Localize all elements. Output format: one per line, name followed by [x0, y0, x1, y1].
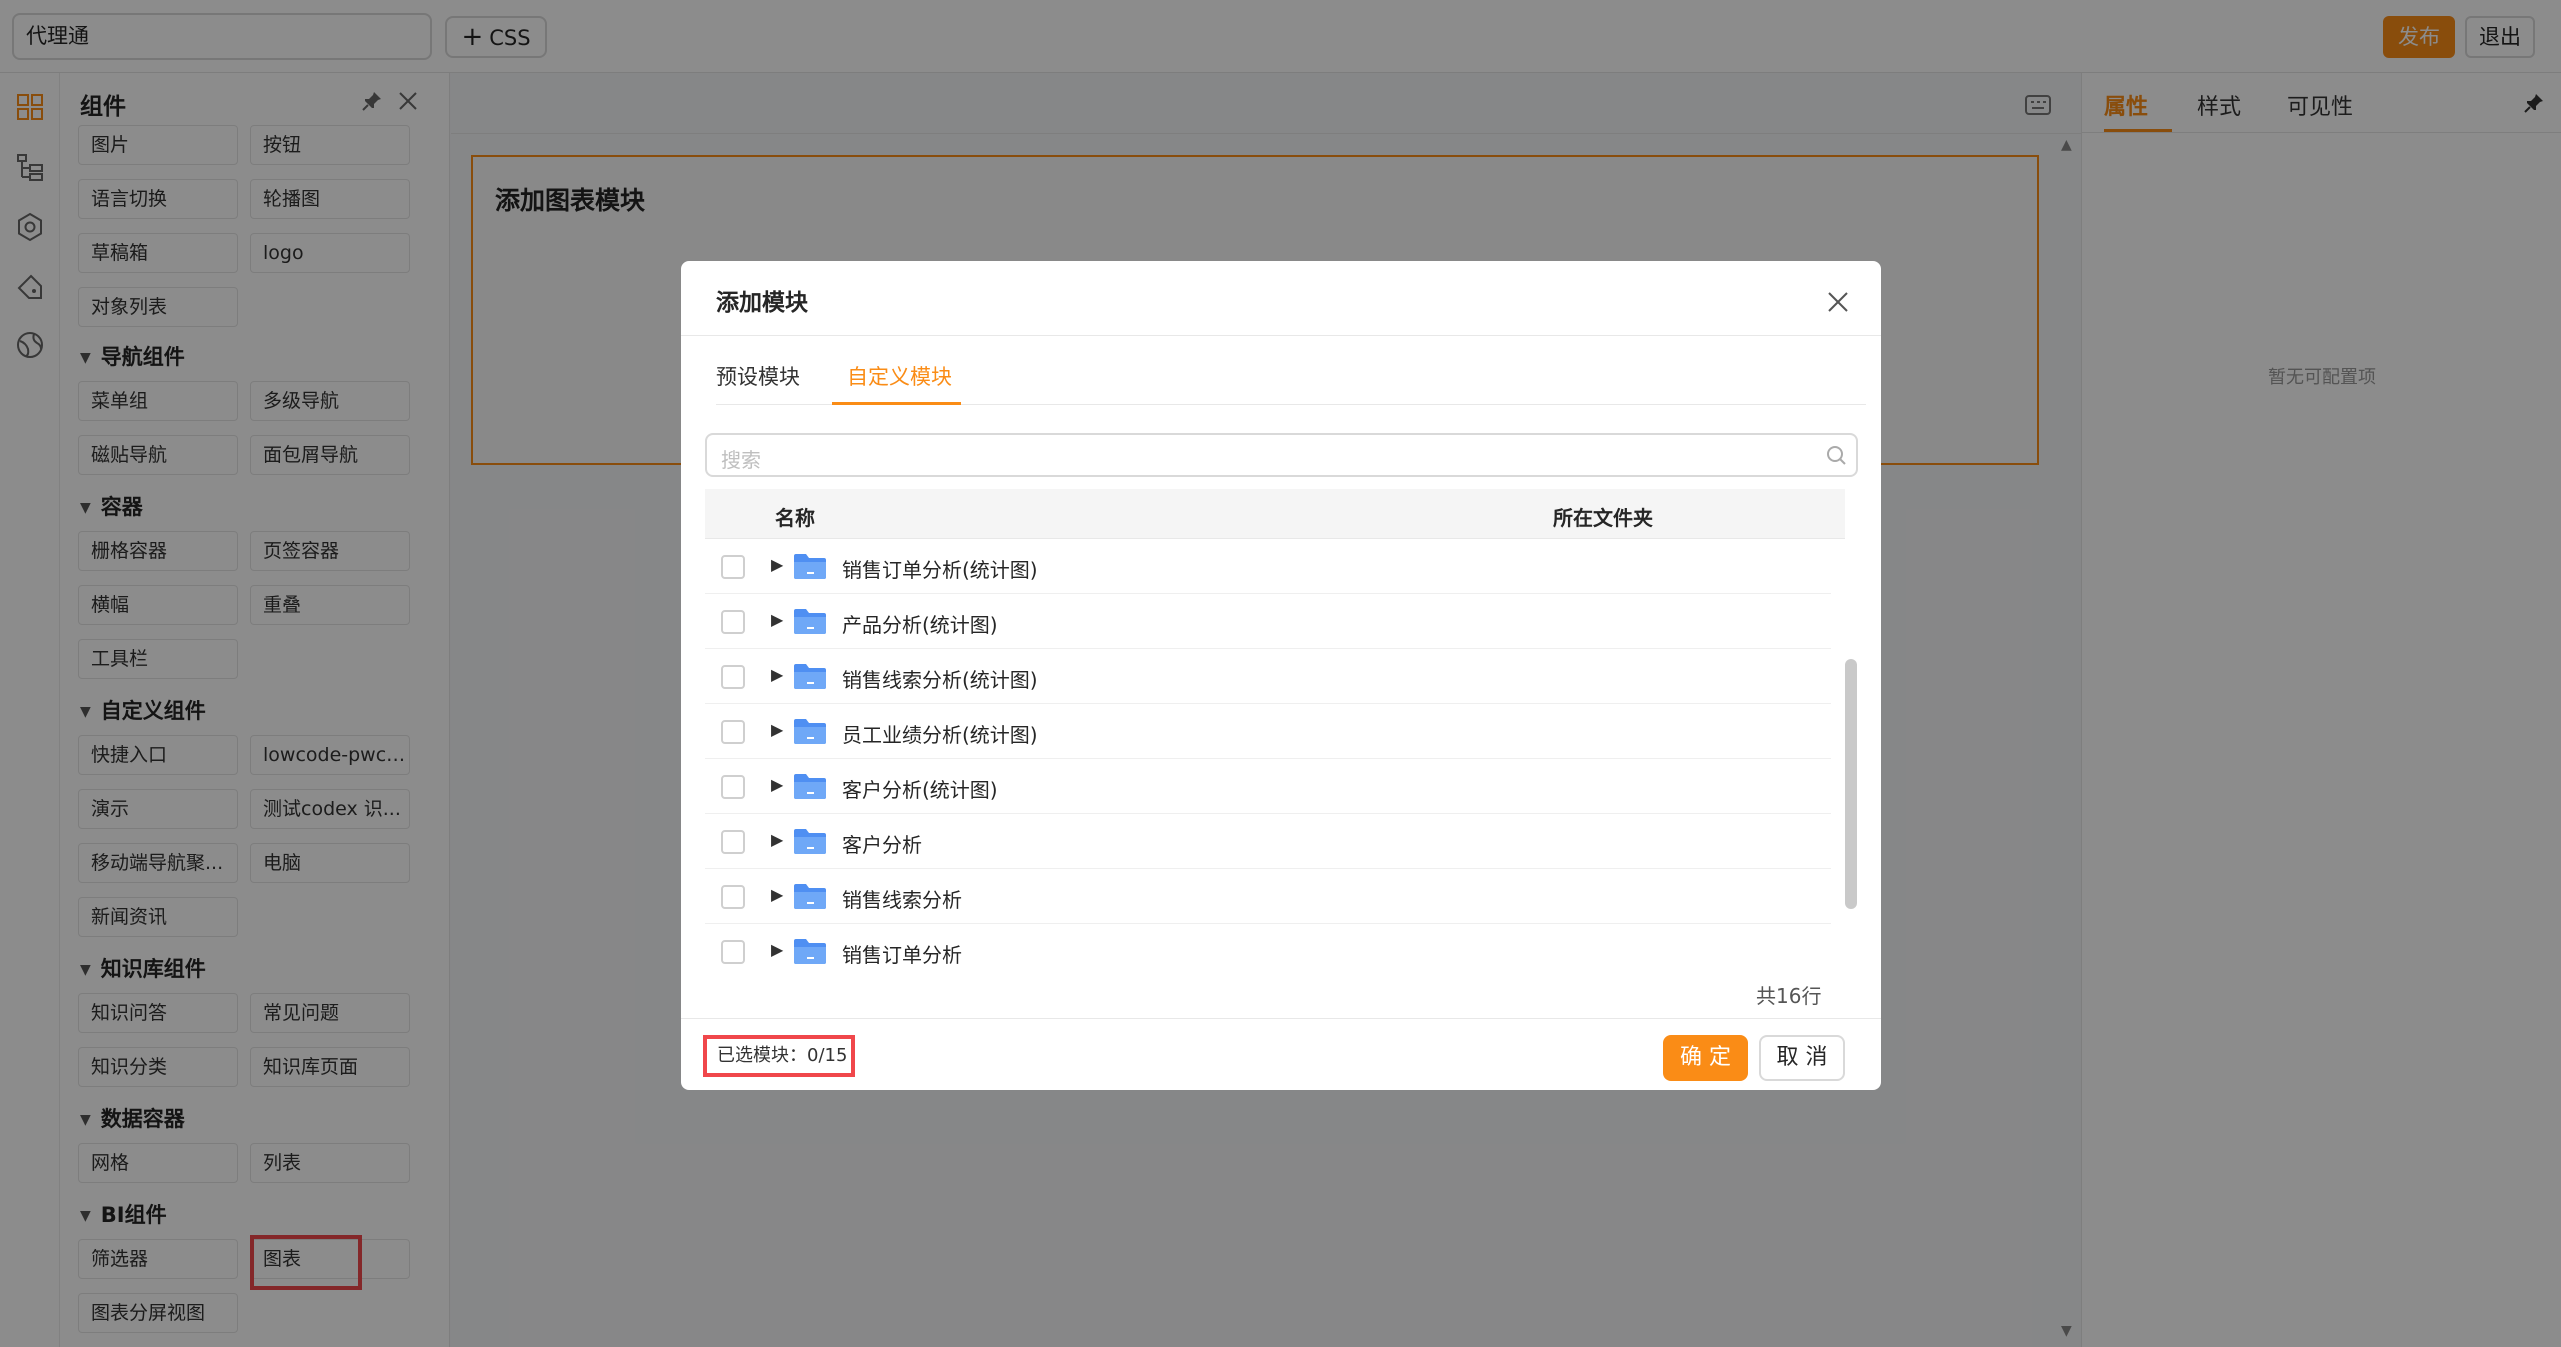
- expand-icon[interactable]: ▶: [771, 940, 783, 959]
- search-icon[interactable]: [1825, 444, 1847, 466]
- table-row[interactable]: ▶ 产品分析(统计图): [705, 594, 1831, 649]
- row-checkbox[interactable]: [721, 665, 745, 689]
- row-checkbox[interactable]: [721, 830, 745, 854]
- tab-preset-modules[interactable]: 预设模块: [716, 361, 800, 391]
- expand-icon[interactable]: ▶: [771, 610, 783, 629]
- table-row[interactable]: ▶ 销售订单分析: [705, 924, 1831, 969]
- expand-icon[interactable]: ▶: [771, 555, 783, 574]
- folder-icon: [793, 882, 827, 910]
- table-scrollbar[interactable]: [1845, 659, 1857, 909]
- folder-icon: [793, 607, 827, 635]
- active-tab-underline: [832, 402, 961, 405]
- folder-icon: [793, 937, 827, 965]
- expand-icon[interactable]: ▶: [771, 720, 783, 739]
- folder-icon: [793, 552, 827, 580]
- table-row[interactable]: ▶ 客户分析: [705, 814, 1831, 869]
- expand-icon[interactable]: ▶: [771, 665, 783, 684]
- row-name: 产品分析(统计图): [842, 613, 998, 637]
- expand-icon[interactable]: ▶: [771, 830, 783, 849]
- selected-module-count: 已选模块：0/15: [703, 1035, 855, 1077]
- dialog-title: 添加模块: [716, 290, 808, 316]
- row-checkbox[interactable]: [721, 610, 745, 634]
- module-tabs: 预设模块 自定义模块: [716, 351, 1866, 405]
- row-name: 客户分析: [842, 833, 922, 857]
- table-row[interactable]: ▶ 客户分析(统计图): [705, 759, 1831, 814]
- module-table: 名称 所在文件夹 ▶ 销售订单分析(统计图) ▶ 产品分析(统计图) ▶ 销售线索分析(统…: [705, 489, 1845, 969]
- row-name: 客户分析(统计图): [842, 778, 998, 802]
- expand-icon[interactable]: ▶: [771, 885, 783, 904]
- row-checkbox[interactable]: [721, 775, 745, 799]
- column-header-folder[interactable]: 所在文件夹: [1553, 502, 1653, 531]
- table-row[interactable]: ▶ 员工业绩分析(统计图): [705, 704, 1831, 759]
- folder-icon: [793, 772, 827, 800]
- close-icon[interactable]: [1826, 290, 1850, 314]
- search-placeholder: 搜索: [721, 448, 761, 472]
- row-name: 销售订单分析(统计图): [842, 558, 1038, 582]
- row-checkbox[interactable]: [721, 555, 745, 579]
- row-checkbox[interactable]: [721, 885, 745, 909]
- dialog-header: 添加模块: [681, 261, 1881, 336]
- add-module-dialog: 添加模块 预设模块 自定义模块 搜索 名称 所在文件夹 ▶ 销售订单分析(统计图)…: [681, 261, 1881, 1090]
- row-checkbox[interactable]: [721, 940, 745, 964]
- table-header: 名称 所在文件夹: [705, 489, 1845, 539]
- dialog-footer: 已选模块：0/15 确 定 取 消: [681, 1018, 1881, 1090]
- confirm-button[interactable]: 确 定: [1663, 1035, 1748, 1081]
- row-count: 共16行: [1756, 984, 1822, 1008]
- table-row[interactable]: ▶ 销售订单分析(统计图): [705, 539, 1831, 594]
- expand-icon[interactable]: ▶: [771, 775, 783, 794]
- row-name: 员工业绩分析(统计图): [842, 723, 1038, 747]
- row-name: 销售线索分析: [842, 888, 962, 912]
- folder-icon: [793, 827, 827, 855]
- column-header-name[interactable]: 名称: [775, 502, 815, 531]
- tab-custom-modules[interactable]: 自定义模块: [847, 361, 952, 391]
- table-row[interactable]: ▶ 销售线索分析: [705, 869, 1831, 924]
- cancel-button[interactable]: 取 消: [1759, 1035, 1845, 1081]
- row-name: 销售线索分析(统计图): [842, 668, 1038, 692]
- folder-icon: [793, 662, 827, 690]
- row-checkbox[interactable]: [721, 720, 745, 744]
- search-input[interactable]: 搜索: [705, 433, 1858, 477]
- folder-icon: [793, 717, 827, 745]
- row-name: 销售订单分析: [842, 943, 962, 967]
- table-row[interactable]: ▶ 销售线索分析(统计图): [705, 649, 1831, 704]
